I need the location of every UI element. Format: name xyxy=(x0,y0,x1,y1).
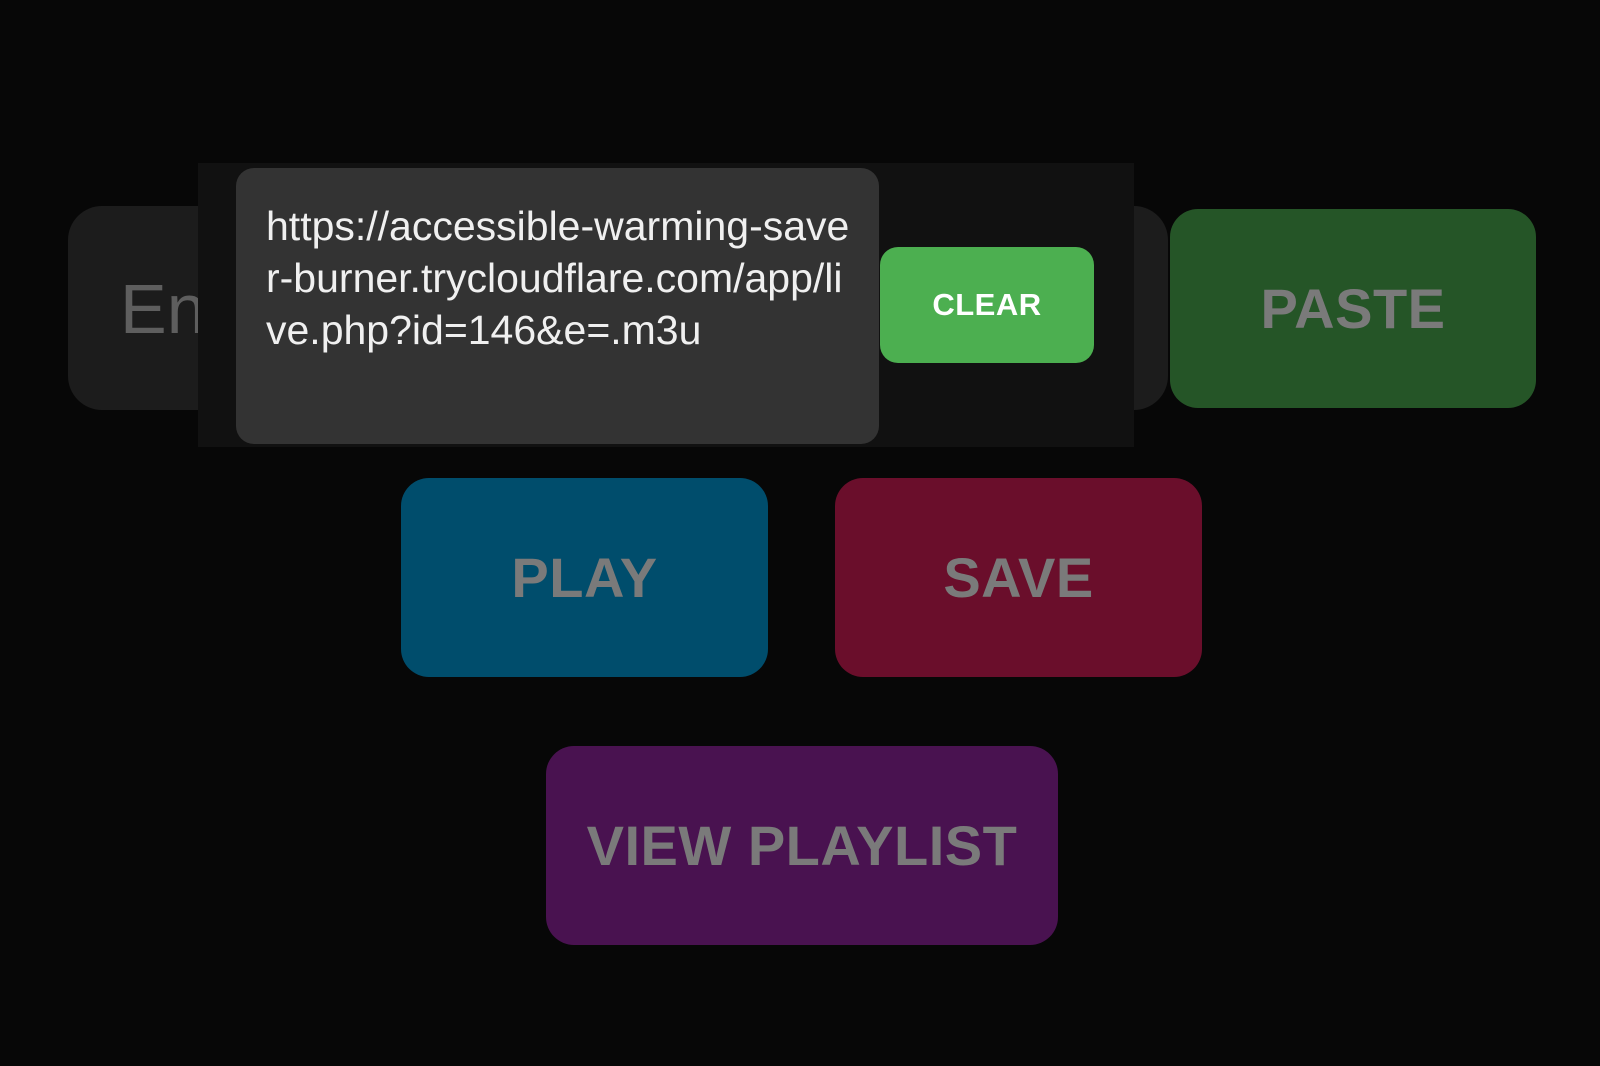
clear-button[interactable]: CLEAR xyxy=(880,247,1094,363)
save-button[interactable]: SAVE xyxy=(835,478,1202,677)
view-playlist-button[interactable]: VIEW PLAYLIST xyxy=(546,746,1058,945)
url-input-hint: En xyxy=(120,270,206,348)
play-button[interactable]: PLAY xyxy=(401,478,768,677)
paste-button[interactable]: PASTE xyxy=(1170,209,1536,408)
screen: En PASTE PLAY SAVE VIEW PLAYLIST https:/… xyxy=(0,0,1600,1066)
clipboard-popup: https://accessible-warming-saver-burner.… xyxy=(198,163,1134,447)
clipboard-url-text[interactable]: https://accessible-warming-saver-burner.… xyxy=(236,168,879,444)
